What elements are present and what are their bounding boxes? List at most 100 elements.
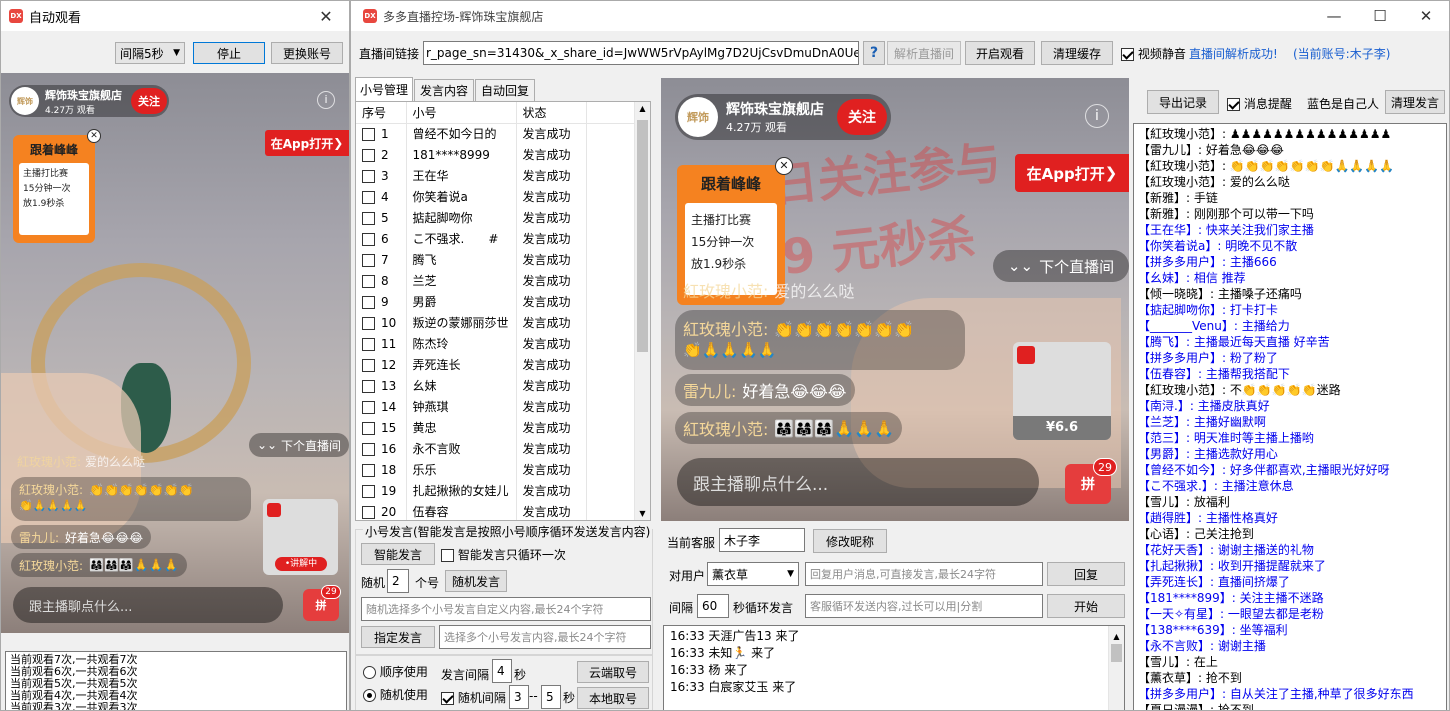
table-row[interactable]: 19 扎起揪揪的女娃儿 发言成功 [356, 480, 637, 501]
info-icon[interactable]: i [1085, 104, 1109, 128]
close-icon[interactable]: ✕ [303, 1, 349, 31]
table-row[interactable]: 4 你笑着说a 发言成功 [356, 186, 637, 207]
maximize-icon[interactable]: ☐ [1357, 1, 1403, 31]
left-live-video[interactable]: 辉饰 辉饰珠宝旗舰店 4.27万 观看 关注 i 在App打开 ❯ 跟着峰峰 主… [1, 73, 349, 633]
table-row[interactable]: 8 兰芝 发言成功 [356, 270, 637, 291]
speak-interval-input[interactable]: 4 [492, 659, 512, 683]
local-fetch-button[interactable]: 本地取号 [577, 687, 649, 709]
row-checkbox[interactable] [362, 274, 375, 288]
table-row[interactable]: 2 181****8999 发言成功 [356, 144, 637, 165]
next-live-button[interactable]: ⌄⌄ 下个直播间 [249, 433, 349, 457]
row-checkbox[interactable] [362, 505, 375, 519]
table-row[interactable]: 7 腾飞 发言成功 [356, 249, 637, 270]
enter-log-scrollbar[interactable]: ▲ [1108, 626, 1124, 710]
product-thumbnail[interactable]: •讲解中 [263, 499, 338, 575]
table-row[interactable]: 1 曾经不如今日的 发言成功 [356, 123, 637, 144]
row-checkbox[interactable] [362, 253, 375, 267]
mute-checkbox[interactable]: 视频静音 [1121, 45, 1186, 62]
interval-select[interactable]: 间隔5秒 ▼ [115, 42, 185, 64]
row-checkbox[interactable] [362, 442, 375, 456]
row-checkbox[interactable] [362, 148, 375, 162]
scroll-down-icon[interactable]: ▼ [635, 509, 650, 518]
reply-button[interactable]: 回复 [1047, 562, 1125, 586]
info-icon[interactable]: i [317, 91, 335, 109]
row-checkbox[interactable] [362, 421, 375, 435]
table-row[interactable]: 9 男爵 发言成功 [356, 291, 637, 312]
minimize-icon[interactable]: — [1311, 1, 1357, 31]
row-checkbox[interactable] [362, 484, 375, 498]
open-in-app-button[interactable]: 在App打开 ❯ [1015, 154, 1129, 192]
row-checkbox[interactable] [362, 190, 375, 204]
scroll-thumb[interactable] [1111, 644, 1122, 662]
account-table-scrollbar[interactable]: ▲ ▼ [634, 102, 650, 520]
product-thumbnail[interactable]: ¥6.6 [1013, 342, 1111, 440]
loop-interval-input[interactable]: 60 [697, 594, 729, 618]
table-row[interactable]: 16 永不言败 发言成功 [356, 438, 637, 459]
table-row[interactable]: 5 掂起脚吻你 发言成功 [356, 207, 637, 228]
random-interval-checkbox[interactable]: 随机间隔 [441, 689, 506, 706]
table-row[interactable]: 18 乐乐 发言成功 [356, 459, 637, 480]
assign-content-input[interactable]: 选择多个小号发言内容,最长24个字符 [439, 625, 651, 649]
switch-account-button[interactable]: 更换账号 [271, 42, 343, 64]
row-checkbox[interactable] [362, 169, 375, 183]
to-user-select[interactable]: 薰衣草 ▼ [707, 562, 799, 586]
close-icon[interactable]: ✕ [1403, 1, 1449, 31]
help-icon[interactable]: ? [863, 41, 885, 65]
random-max-input[interactable]: 5 [541, 685, 561, 709]
smart-speak-button[interactable]: 智能发言 [361, 543, 435, 565]
smart-once-checkbox[interactable]: 智能发言只循环一次 [441, 546, 566, 563]
start-watch-button[interactable]: 开启观看 [965, 41, 1035, 65]
table-row[interactable]: 13 幺妹 发言成功 [356, 375, 637, 396]
random-content-input[interactable]: 随机选择多个小号发言自定义内容,最长24个字符 [361, 597, 651, 621]
scroll-thumb[interactable] [637, 120, 648, 352]
export-records-button[interactable]: 导出记录 [1147, 90, 1219, 114]
card-close-icon[interactable]: ✕ [775, 157, 793, 175]
follow-button[interactable]: 关注 [131, 88, 167, 114]
scroll-up-icon[interactable]: ▲ [635, 104, 650, 113]
table-row[interactable]: 12 弄死连长 发言成功 [356, 354, 637, 375]
random-speak-button[interactable]: 随机发言 [445, 570, 507, 592]
next-live-button[interactable]: ⌄⌄ 下个直播间 [993, 250, 1129, 282]
row-checkbox[interactable] [362, 316, 375, 330]
order-use-radio[interactable]: 顺序使用 [363, 663, 428, 680]
chat-input[interactable]: 跟主播聊点什么... [13, 587, 283, 623]
row-checkbox[interactable] [362, 400, 375, 414]
streamer-avatar[interactable]: 辉饰 [678, 97, 718, 137]
row-checkbox[interactable] [362, 127, 375, 141]
parse-live-button[interactable]: 解析直播间 [887, 41, 961, 65]
random-min-input[interactable]: 3 [509, 685, 529, 709]
table-row[interactable]: 20 伍春容 发言成功 [356, 501, 637, 520]
scroll-up-icon[interactable]: ▲ [1109, 628, 1124, 645]
card-close-icon[interactable]: ✕ [87, 129, 101, 143]
assign-speak-button[interactable]: 指定发言 [361, 626, 435, 648]
tab-speak-content[interactable]: 发言内容 [414, 79, 474, 101]
url-input[interactable]: r_page_sn=31430&_x_share_id=JwWW5rVpAylM… [423, 41, 859, 65]
table-row[interactable]: 15 黄忠 发言成功 [356, 417, 637, 438]
row-checkbox[interactable] [362, 232, 375, 246]
loop-content-input[interactable]: 客服循环发送内容,过长可以用|分割 [805, 594, 1043, 618]
tab-account-management[interactable]: 小号管理 [355, 77, 413, 101]
chat-input[interactable]: 跟主播聊点什么... [677, 458, 1039, 506]
clear-messages-button[interactable]: 清理发言 [1385, 90, 1445, 114]
start-loop-button[interactable]: 开始 [1047, 594, 1125, 618]
row-checkbox[interactable] [362, 295, 375, 309]
main-live-video[interactable]: 日关注参与 9 元秒杀 辉饰 辉饰珠宝旗舰店 4.27万 观看 关注 i 在Ap… [661, 78, 1129, 521]
row-checkbox[interactable] [362, 211, 375, 225]
stop-button[interactable]: 停止 [193, 42, 265, 64]
table-row[interactable]: 11 陈杰玲 发言成功 [356, 333, 637, 354]
row-checkbox[interactable] [362, 379, 375, 393]
table-row[interactable]: 6 こ不强求. # 发言成功 [356, 228, 637, 249]
streamer-avatar[interactable]: 辉饰 [11, 87, 39, 115]
random-use-radio[interactable]: 随机使用 [363, 686, 428, 703]
rename-button[interactable]: 修改昵称 [813, 529, 887, 553]
row-checkbox[interactable] [362, 463, 375, 477]
reply-input[interactable]: 回复用户消息,可直接发言,最长24字符 [805, 562, 1043, 586]
table-row[interactable]: 14 钟燕琪 发言成功 [356, 396, 637, 417]
row-checkbox[interactable] [362, 358, 375, 372]
table-row[interactable]: 3 王在华 发言成功 [356, 165, 637, 186]
table-row[interactable]: 10 叛逆の蒙娜丽莎世 发言成功 [356, 312, 637, 333]
tab-auto-reply[interactable]: 自动回复 [475, 79, 535, 101]
follow-button[interactable]: 关注 [837, 99, 887, 135]
clear-cache-button[interactable]: 清理缓存 [1041, 41, 1113, 65]
notify-checkbox[interactable]: 消息提醒 [1227, 95, 1292, 112]
